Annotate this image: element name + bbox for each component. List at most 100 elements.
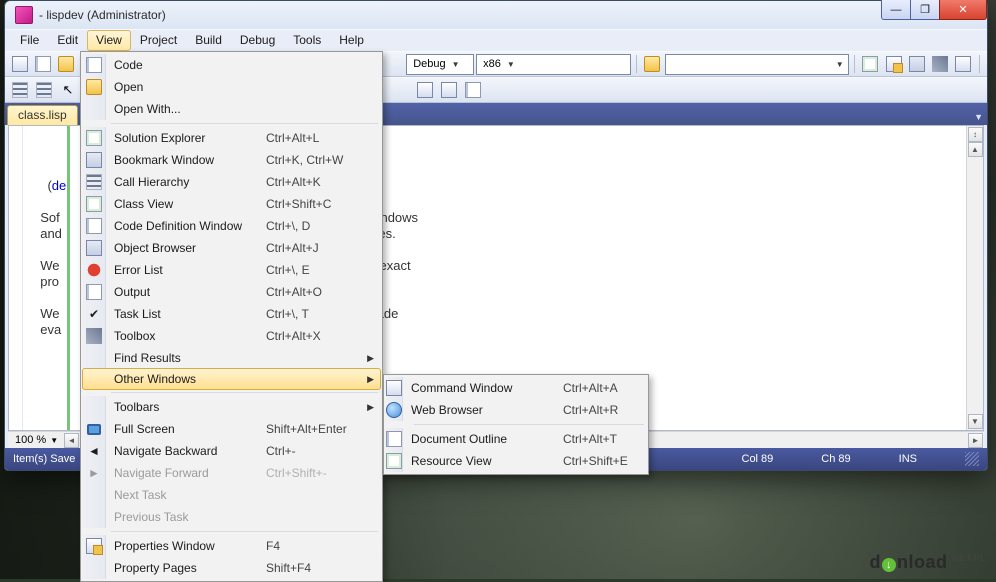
new-project-button[interactable] <box>9 53 30 75</box>
view-menu-class-view[interactable]: Class ViewCtrl+Shift+C <box>83 193 380 215</box>
scroll-down-button[interactable]: ▼ <box>968 414 983 429</box>
tb2-1[interactable] <box>9 79 31 101</box>
start-page-icon[interactable] <box>953 53 974 75</box>
menu-help[interactable]: Help <box>330 30 373 51</box>
split-icon[interactable]: ↕ <box>968 127 983 142</box>
view-menu-toolbox[interactable]: ToolboxCtrl+Alt+X <box>83 325 380 347</box>
view-menu-next-task: Next Task <box>83 484 380 506</box>
select-icon[interactable]: ↖ <box>57 79 79 101</box>
add-item-button[interactable] <box>32 53 53 75</box>
view-menu-separator <box>111 123 378 124</box>
config-combo[interactable]: Debug▼ <box>406 54 474 75</box>
menu-item-shortcut: Ctrl+Alt+R <box>563 403 659 417</box>
ide-window: - lispdev (Administrator) — ❐ ✕ FileEdit… <box>4 0 988 471</box>
scroll-up-button[interactable]: ▲ <box>968 142 983 157</box>
other-windows-document-outline[interactable]: Document OutlineCtrl+Alt+T <box>386 428 646 450</box>
view-menu-open[interactable]: Open <box>83 76 380 98</box>
platform-combo[interactable]: x86▼ <box>476 54 631 75</box>
menu-item-shortcut: Ctrl+Alt+T <box>563 432 659 446</box>
view-menu-call-hierarchy[interactable]: Call HierarchyCtrl+Alt+K <box>83 171 380 193</box>
menu-view[interactable]: View <box>87 30 131 51</box>
other-windows-command-window[interactable]: Command WindowCtrl+Alt+A <box>386 377 646 399</box>
view-menu-object-browser[interactable]: Object BrowserCtrl+Alt+J <box>83 237 380 259</box>
menu-item-shortcut: Ctrl+\, T <box>266 307 362 321</box>
other-windows-web-browser[interactable]: Web BrowserCtrl+Alt+R <box>386 399 646 421</box>
menu-item-label: Navigate Backward <box>106 444 266 458</box>
resize-grip-icon[interactable] <box>965 452 979 466</box>
view-menu-navigate-backward[interactable]: ◄Navigate BackwardCtrl+- <box>83 440 380 462</box>
menu-item-label: Code <box>106 58 266 72</box>
submenu-arrow-icon: ▶ <box>367 374 374 385</box>
status-ins: INS <box>899 453 917 465</box>
blank-menuicon <box>83 98 106 120</box>
view-menu-find-results[interactable]: Find Results▶ <box>83 347 380 369</box>
ic-tree-menuicon <box>83 127 106 149</box>
menu-debug[interactable]: Debug <box>231 30 284 51</box>
view-menu-toolbars[interactable]: Toolbars ▶ <box>83 396 380 418</box>
view-menu-output[interactable]: OutputCtrl+Alt+O <box>83 281 380 303</box>
view-menu-code[interactable]: Code <box>83 54 380 76</box>
menu-item-shortcut: Ctrl+Alt+O <box>266 285 362 299</box>
menu-item-label: Previous Task <box>106 510 266 524</box>
zoom-combo[interactable]: 100 %▼ <box>9 434 64 446</box>
menu-item-label: Task List <box>106 307 266 321</box>
view-menu-code-definition-window[interactable]: Code Definition WindowCtrl+\, D <box>83 215 380 237</box>
ic-book-menuicon <box>83 237 106 259</box>
menu-file[interactable]: File <box>11 30 48 51</box>
menu-item-shortcut: F4 <box>266 539 362 553</box>
properties-icon[interactable] <box>883 53 904 75</box>
ic-window-menuicon <box>386 377 403 399</box>
ic-globe-menuicon <box>386 399 403 421</box>
find-combo[interactable]: ▼ <box>665 54 849 75</box>
view-menu-bookmark-window[interactable]: Bookmark WindowCtrl+K, Ctrl+W <box>83 149 380 171</box>
tabstrip-dropdown[interactable]: ▼ <box>974 112 983 125</box>
tb2-6[interactable] <box>438 79 460 101</box>
ic-doc-menuicon <box>386 428 403 450</box>
menu-item-shortcut: Ctrl+K, Ctrl+W <box>266 153 362 167</box>
scroll-right-button[interactable]: ► <box>968 433 983 448</box>
blank-menuicon <box>83 484 106 506</box>
tab-label: class.lisp <box>18 108 67 122</box>
open-folder-button[interactable] <box>642 53 663 75</box>
ic-screen-menuicon <box>83 418 106 440</box>
menu-item-label: Toolbars <box>106 400 266 414</box>
submenu-arrow-icon: ▶ <box>367 402 374 413</box>
change-margin <box>67 126 70 430</box>
view-menu-solution-explorer[interactable]: Solution ExplorerCtrl+Alt+L <box>83 127 380 149</box>
view-menu-other-windows[interactable]: Other Windows▶ <box>82 368 381 390</box>
menu-tools[interactable]: Tools <box>284 30 330 51</box>
solexp-icon[interactable] <box>860 53 881 75</box>
tb2-7[interactable] <box>462 79 484 101</box>
menu-item-label: Bookmark Window <box>106 153 266 167</box>
menu-item-label: Solution Explorer <box>106 131 266 145</box>
other-windows-separator <box>414 424 644 425</box>
toolbox-icon[interactable] <box>929 53 950 75</box>
open-button[interactable] <box>56 53 77 75</box>
other-windows-resource-view[interactable]: Resource ViewCtrl+Shift+E <box>386 450 646 472</box>
menu-project[interactable]: Project <box>131 30 186 51</box>
maximize-button[interactable]: ❐ <box>910 0 940 20</box>
view-menu-open-with[interactable]: Open With... <box>83 98 380 120</box>
minimize-button[interactable]: — <box>881 0 911 20</box>
scroll-left-button[interactable]: ◄ <box>64 433 79 448</box>
tb2-5[interactable] <box>414 79 436 101</box>
menu-item-label: Full Screen <box>106 422 266 436</box>
menu-item-shortcut: Ctrl+- <box>266 444 362 458</box>
close-button[interactable]: ✕ <box>939 0 987 20</box>
menu-edit[interactable]: Edit <box>48 30 87 51</box>
tb2-2[interactable] <box>33 79 55 101</box>
menu-item-label: Code Definition Window <box>106 219 266 233</box>
blank-menuicon <box>83 557 106 579</box>
view-menu-task-list[interactable]: ✔Task ListCtrl+\, T <box>83 303 380 325</box>
view-menu-property-pages[interactable]: Property PagesShift+F4 <box>83 557 380 579</box>
object-browser-icon[interactable] <box>906 53 927 75</box>
view-menu-properties-window[interactable]: Properties WindowF4 <box>83 535 380 557</box>
menu-item-label: Navigate Forward <box>106 466 266 480</box>
menu-build[interactable]: Build <box>186 30 231 51</box>
view-menu-error-list[interactable]: Error ListCtrl+\, E <box>83 259 380 281</box>
ic-nav-menuicon: ◄ <box>83 440 106 462</box>
status-col: Col 89 <box>742 453 774 465</box>
view-menu-full-screen[interactable]: Full ScreenShift+Alt+Enter <box>83 418 380 440</box>
tab-classlisp[interactable]: class.lisp <box>7 105 78 125</box>
vertical-scrollbar[interactable]: ↕ ▲ ▼ <box>966 126 983 430</box>
